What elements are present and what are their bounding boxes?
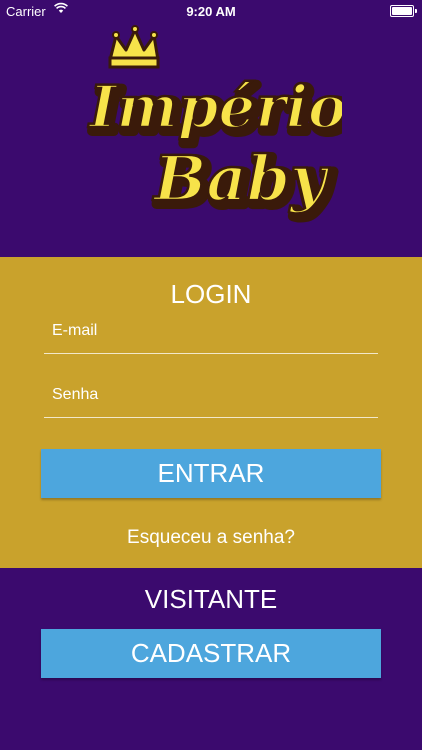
logo-line2: Baby [152, 142, 330, 215]
status-time: 9:20 AM [186, 4, 236, 19]
email-field[interactable] [44, 313, 378, 354]
logo: Império Império Baby Baby [86, 25, 342, 224]
register-button[interactable]: CADASTRAR [41, 629, 381, 678]
header: Império Império Baby Baby [0, 22, 422, 257]
forgot-password-link[interactable]: Esqueceu a senha? [0, 527, 422, 549]
visitor-title: VISITANTE [144, 584, 278, 614]
email-input[interactable] [50, 321, 374, 341]
enter-button[interactable]: ENTRAR [41, 449, 381, 498]
crown-icon [108, 25, 160, 69]
password-field[interactable] [44, 377, 378, 418]
status-bar: Carrier 9:20 AM [0, 0, 422, 22]
login-panel: LOGIN ENTRAR Esqueceu a senha? [0, 257, 422, 568]
battery-icon [390, 5, 417, 17]
login-title: LOGIN [170, 279, 252, 309]
logo-line1: Império [87, 73, 342, 141]
password-input[interactable] [50, 385, 374, 405]
